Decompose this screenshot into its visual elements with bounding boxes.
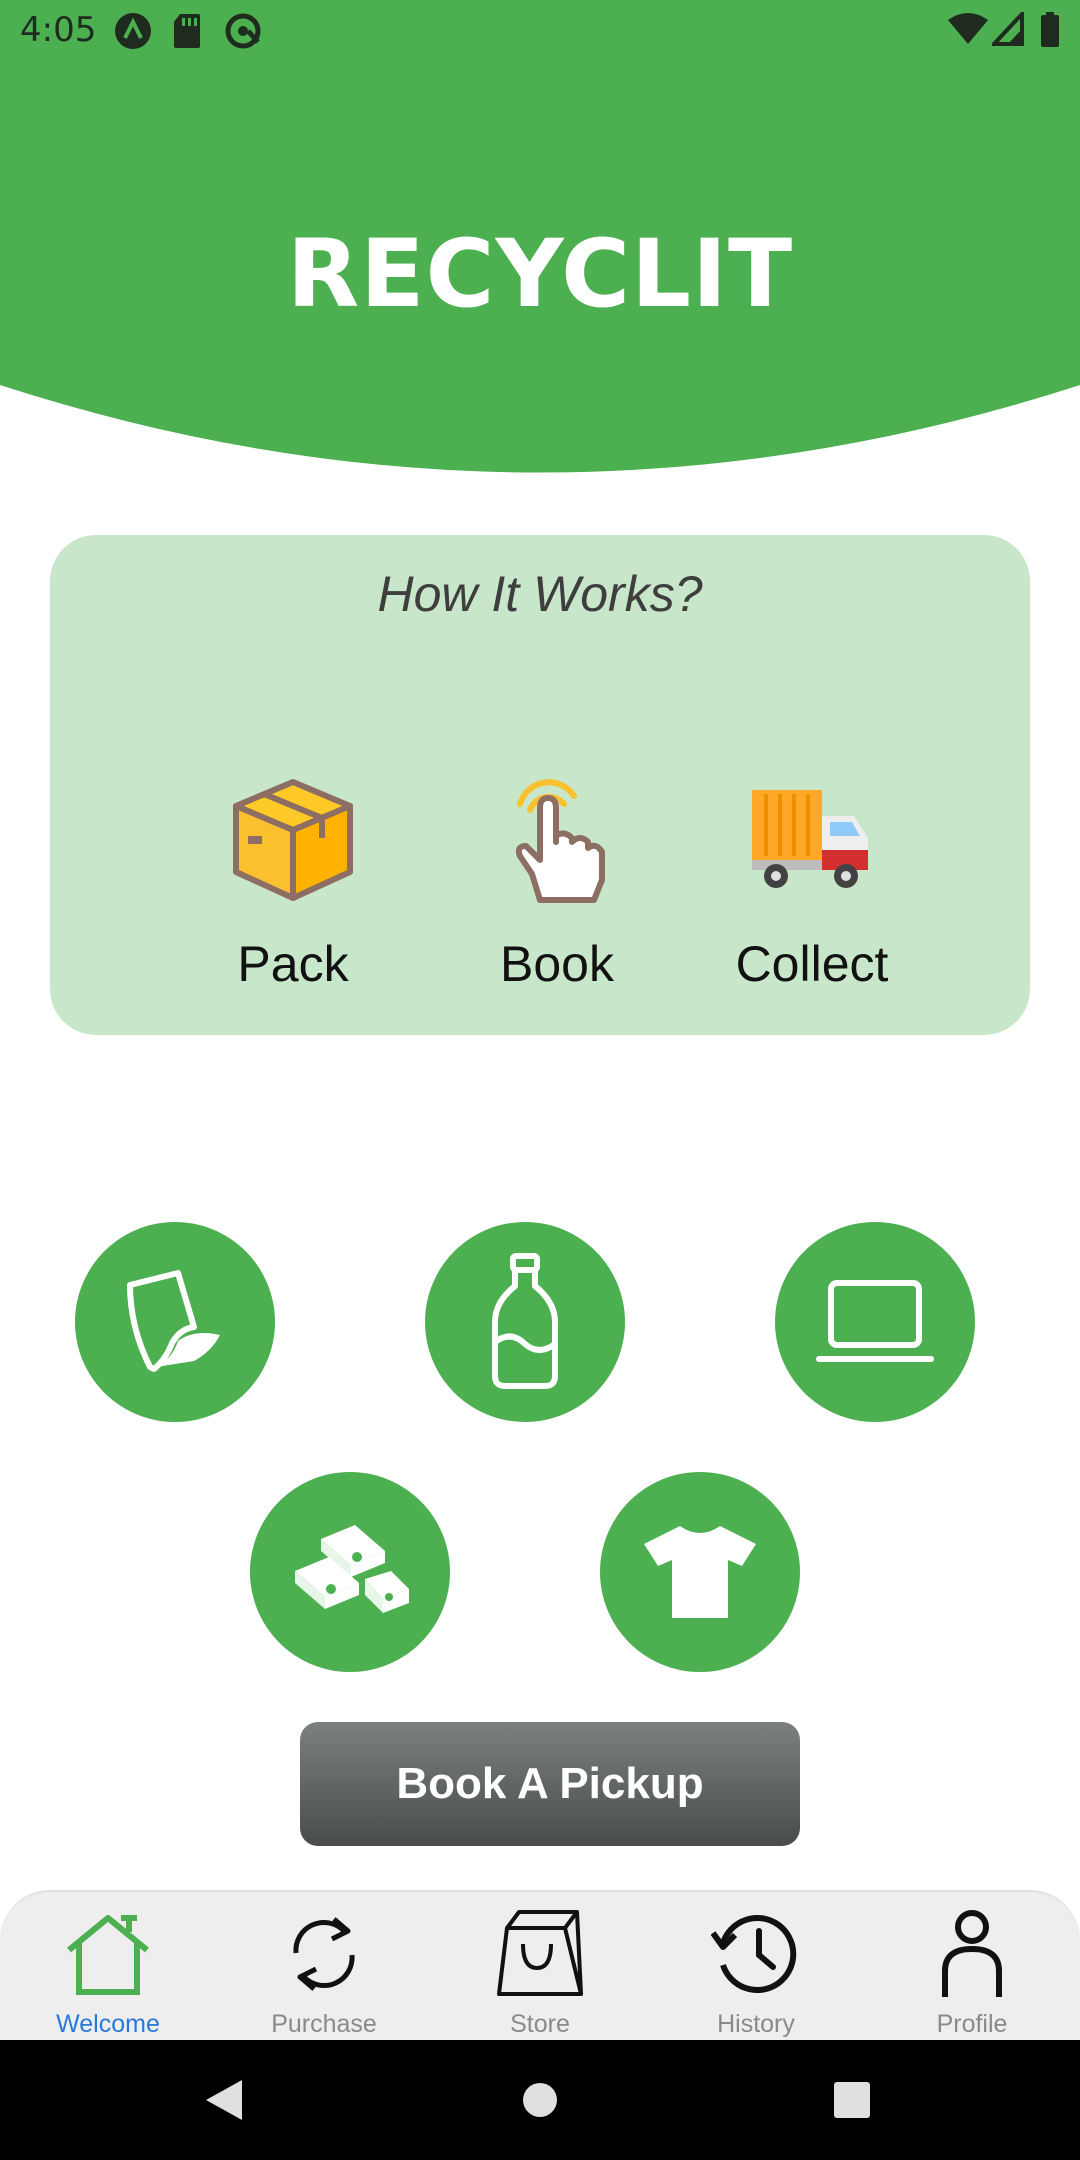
nav-label: Welcome: [56, 2010, 160, 2038]
truck-icon: [702, 775, 922, 905]
tshirt-icon: [644, 1526, 756, 1618]
category-metal-button[interactable]: [250, 1472, 450, 1672]
how-it-works-title: How It Works?: [377, 566, 703, 622]
step-label: Collect: [735, 936, 889, 992]
system-nav-bar: [0, 2040, 1080, 2160]
book-pickup-button[interactable]: Book A Pickup: [300, 1722, 800, 1846]
history-clock-icon: [648, 1904, 864, 2004]
bottle-icon: [492, 1253, 558, 1389]
step-book: Book: [447, 775, 667, 993]
metal-bars-icon: [295, 1525, 409, 1613]
home-icon: [0, 1904, 216, 2004]
shopping-bag-icon: [432, 1904, 648, 2004]
category-bottle-button[interactable]: [425, 1222, 625, 1422]
nav-label: Purchase: [271, 2010, 377, 2038]
category-clothes-button[interactable]: [600, 1472, 800, 1672]
step-pack: Pack: [183, 775, 403, 993]
box-icon: [183, 775, 403, 905]
nav-label: Store: [510, 2010, 570, 2038]
nav-label: History: [717, 2010, 795, 2038]
status-time: 4:05: [20, 10, 97, 50]
nav-welcome[interactable]: Welcome: [0, 1892, 216, 2042]
nav-purchase[interactable]: Purchase: [216, 1892, 432, 2042]
step-collect: Collect: [702, 775, 922, 993]
laptop-icon: [816, 1280, 934, 1362]
how-it-works-card: How It Works? Pack Book Collect: [50, 535, 1030, 1035]
back-icon[interactable]: [204, 2078, 244, 2126]
paper-icon: [127, 1270, 220, 1372]
home-circle-icon[interactable]: [522, 2082, 558, 2122]
status-bar: 4:05: [0, 0, 1080, 60]
refresh-icon: [216, 1904, 432, 2004]
bottom-nav: Welcome Purchase Store History Profile: [0, 1890, 1080, 2042]
tap-hand-icon: [447, 775, 667, 905]
category-paper-button[interactable]: [75, 1222, 275, 1422]
nav-profile[interactable]: Profile: [864, 1892, 1080, 2042]
recents-square-icon[interactable]: [834, 2082, 870, 2122]
step-label: Book: [500, 936, 614, 992]
person-icon: [864, 1904, 1080, 2004]
nav-store[interactable]: Store: [432, 1892, 648, 2042]
category-electronics-button[interactable]: [775, 1222, 975, 1422]
nav-history[interactable]: History: [648, 1892, 864, 2042]
header: 4:05 RECYCLIT: [0, 0, 1080, 480]
step-label: Pack: [237, 936, 349, 992]
app-title: RECYCLIT: [286, 220, 794, 329]
nav-label: Profile: [936, 2010, 1008, 2038]
